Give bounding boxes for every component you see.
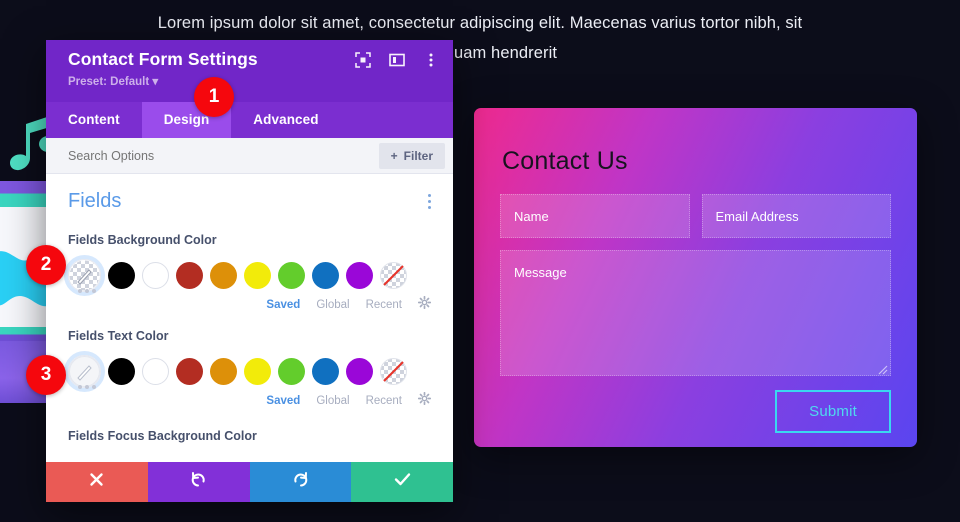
palette-tab-saved[interactable]: Saved bbox=[266, 299, 300, 311]
swatch-white[interactable] bbox=[142, 261, 169, 289]
message-field[interactable]: Message bbox=[500, 250, 891, 376]
layout-icon[interactable] bbox=[389, 52, 405, 68]
palette-tab-recent[interactable]: Recent bbox=[366, 395, 402, 407]
gear-icon[interactable] bbox=[417, 391, 432, 410]
search-bar: + Filter bbox=[46, 138, 453, 174]
undo-icon bbox=[190, 471, 207, 493]
contact-form-settings-modal: Contact Form Settings Preset: Default ▾ bbox=[46, 40, 453, 502]
name-field[interactable]: Name bbox=[500, 194, 690, 238]
close-icon bbox=[89, 472, 104, 492]
filter-label: Filter bbox=[403, 148, 433, 163]
gear-icon[interactable] bbox=[417, 295, 432, 314]
fields-section-menu-icon[interactable] bbox=[427, 194, 431, 209]
search-input[interactable] bbox=[68, 148, 379, 163]
swatch-orange[interactable] bbox=[210, 261, 237, 289]
submit-row: Submit bbox=[500, 390, 891, 433]
redo-icon bbox=[292, 471, 309, 493]
swatch-black[interactable] bbox=[108, 357, 135, 385]
swatch-blue[interactable] bbox=[312, 357, 339, 385]
swatch-none[interactable] bbox=[380, 357, 407, 385]
palette-tab-global[interactable]: Global bbox=[316, 395, 349, 407]
palette-source-tabs: Saved Global Recent bbox=[68, 295, 432, 315]
palette-tab-global[interactable]: Global bbox=[316, 299, 349, 311]
modal-header-icons bbox=[355, 52, 439, 68]
swatch-transparent-selected[interactable] bbox=[68, 258, 101, 292]
swatch-dark-red[interactable] bbox=[176, 261, 203, 289]
message-field-placeholder: Message bbox=[514, 265, 567, 280]
option-fields-background-color: Fields Background Color Saved Global Rec… bbox=[68, 233, 432, 315]
swatch-purple[interactable] bbox=[346, 261, 373, 289]
modal-header: Contact Form Settings Preset: Default ▾ bbox=[46, 40, 453, 102]
palette-tab-saved[interactable]: Saved bbox=[266, 395, 300, 407]
swatch-black[interactable] bbox=[108, 261, 135, 289]
preset-selector[interactable]: Preset: Default ▾ bbox=[68, 74, 439, 88]
swatch-none[interactable] bbox=[380, 261, 407, 289]
email-field[interactable]: Email Address bbox=[701, 194, 891, 238]
annotation-badge-1: 1 bbox=[194, 77, 234, 117]
option-label: Fields Text Color bbox=[68, 329, 169, 343]
filter-button[interactable]: + Filter bbox=[378, 142, 445, 169]
swatch-white-selected[interactable] bbox=[68, 354, 101, 388]
palette-source-tabs: Saved Global Recent bbox=[68, 391, 432, 411]
swatch-green[interactable] bbox=[278, 261, 305, 289]
modal-tabs: Content Design Advanced bbox=[46, 102, 453, 138]
plus-icon: + bbox=[390, 148, 398, 163]
contact-form-title: Contact Us bbox=[502, 147, 628, 175]
option-fields-focus-background-color: Fields Focus Background Color bbox=[68, 429, 257, 443]
section-title-fields: Fields bbox=[68, 190, 122, 212]
contact-form-preview: Contact Us Name Email Address Message Su… bbox=[474, 108, 917, 447]
submit-button[interactable]: Submit bbox=[775, 390, 891, 433]
option-label: Fields Background Color bbox=[68, 233, 217, 247]
swatch-yellow[interactable] bbox=[244, 261, 271, 289]
save-button[interactable] bbox=[351, 462, 453, 502]
palette-tab-recent[interactable]: Recent bbox=[366, 299, 402, 311]
annotation-badge-3: 3 bbox=[26, 355, 66, 395]
annotation-badge-2: 2 bbox=[26, 245, 66, 285]
preset-label: Preset: Default bbox=[68, 76, 150, 88]
check-icon bbox=[394, 472, 411, 492]
cancel-button[interactable] bbox=[46, 462, 148, 502]
redo-button[interactable] bbox=[249, 462, 352, 502]
swatch-purple[interactable] bbox=[346, 357, 373, 385]
swatch-green[interactable] bbox=[278, 357, 305, 385]
undo-button[interactable] bbox=[147, 462, 250, 502]
tab-content[interactable]: Content bbox=[46, 102, 142, 138]
focus-icon[interactable] bbox=[355, 52, 371, 68]
modal-body: Fields Fields Background Color Saved Glo… bbox=[46, 174, 453, 462]
chevron-down-icon: ▾ bbox=[152, 76, 159, 88]
swatch-more-options-icon[interactable] bbox=[78, 289, 431, 293]
resize-grip-icon[interactable] bbox=[878, 363, 888, 375]
kebab-menu-icon[interactable] bbox=[423, 52, 439, 68]
swatch-orange[interactable] bbox=[210, 357, 237, 385]
swatch-white[interactable] bbox=[142, 357, 169, 385]
modal-footer bbox=[46, 462, 453, 502]
tab-advanced[interactable]: Advanced bbox=[231, 102, 340, 138]
screenshot-canvas: Lorem ipsum dolor sit amet, consectetur … bbox=[0, 0, 960, 522]
swatch-yellow[interactable] bbox=[244, 357, 271, 385]
option-fields-text-color: Fields Text Color Saved Global Recent bbox=[68, 329, 432, 411]
swatch-more-options-icon[interactable] bbox=[78, 385, 431, 389]
contact-form-row-1: Name Email Address bbox=[500, 194, 891, 238]
swatch-blue[interactable] bbox=[312, 261, 339, 289]
fields-section-header: Fields bbox=[68, 190, 431, 213]
swatch-dark-red[interactable] bbox=[176, 357, 203, 385]
